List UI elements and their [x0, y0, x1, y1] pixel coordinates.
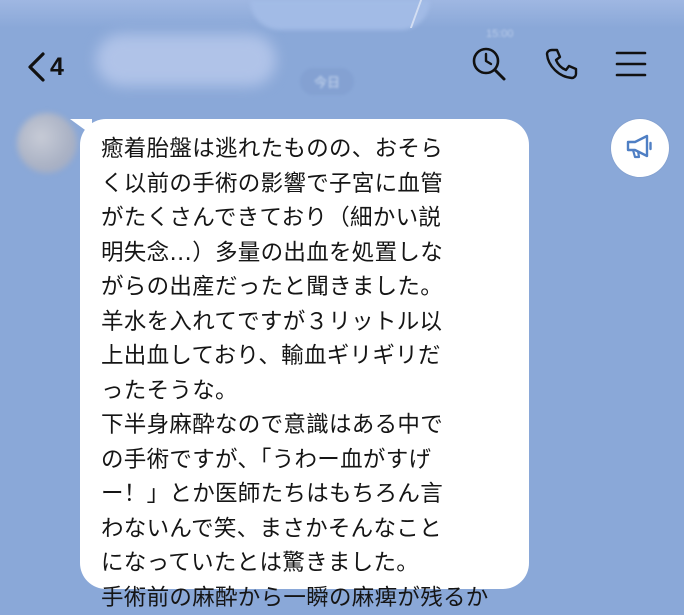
- message-text: 癒着胎盤は逃れたものの、おそら く以前の手術の影響で子宮に血管 がたくさんできて…: [101, 132, 511, 615]
- search-icon: [471, 46, 507, 86]
- message-line: 明失念…）多量の出血を処置しな: [101, 239, 444, 266]
- message-line: 癒着胎盤は逃れたものの、おそら: [101, 136, 444, 162]
- megaphone-icon: [625, 132, 655, 164]
- chat-header: 4 今日 15:00: [0, 28, 684, 108]
- message-line: 上出血しており、輸血ギリギリだ: [101, 343, 441, 369]
- message-line: になっていたとは驚きました。: [101, 550, 420, 576]
- call-button[interactable]: [541, 46, 581, 86]
- message-line: 手術前の麻酔から一瞬の麻痺が残るか: [101, 584, 489, 611]
- phone-icon: [544, 47, 578, 85]
- message-line: わないんで笑、まさかそんなこと: [101, 515, 442, 542]
- date-separator: 今日: [300, 68, 355, 95]
- menu-button[interactable]: [611, 46, 651, 86]
- announcement-button[interactable]: [611, 119, 669, 177]
- unread-count: 4: [50, 52, 64, 81]
- chat-title: [96, 34, 276, 86]
- avatar[interactable]: [17, 113, 77, 173]
- message-line: 羊水を入れてですが３リットル以: [101, 308, 443, 335]
- message-line: く以前の手術の影響で子宮に血管: [101, 170, 444, 197]
- chevron-left-icon: [26, 51, 46, 83]
- back-button[interactable]: 4: [26, 50, 64, 84]
- search-button[interactable]: [469, 46, 509, 86]
- menu-icon: [614, 49, 648, 83]
- message-line: ったそうな。: [101, 377, 238, 404]
- time-label: 15:00: [486, 28, 514, 40]
- message-line: の手術ですが、「うわー血がすげ: [101, 446, 432, 473]
- message-line: 下半身麻酔なので意識はある中で: [101, 412, 444, 438]
- message-line: ー！」とか医師たちはもちろん言: [101, 481, 444, 507]
- message-line: がらの出産だったと聞きました。: [101, 274, 444, 300]
- message-line: がたくさんできており（細かい説: [101, 205, 442, 231]
